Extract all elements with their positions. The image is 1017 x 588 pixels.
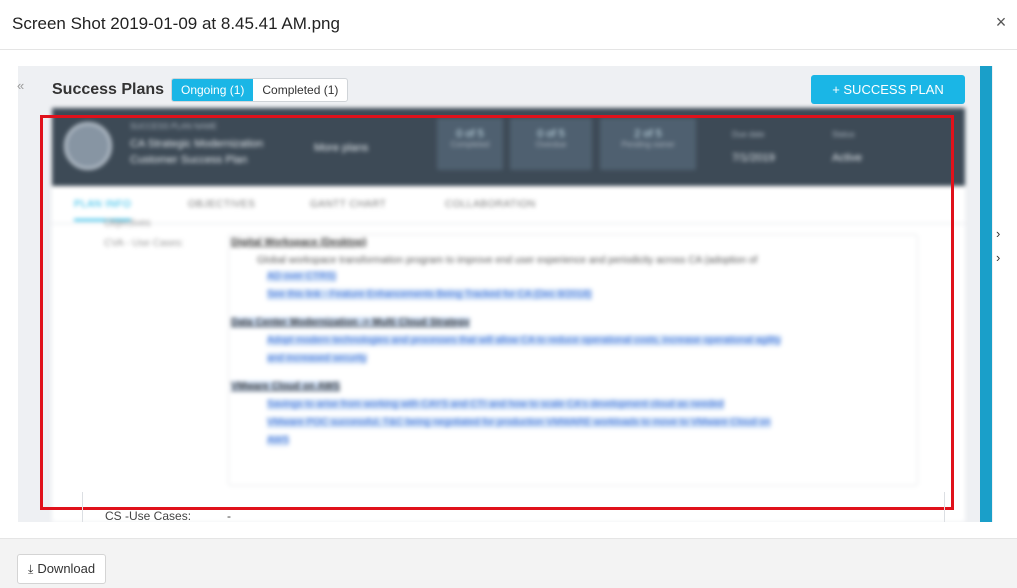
cs-use-cases-label: CS -Use Cases:	[105, 509, 192, 523]
download-icon: ⤓	[28, 562, 34, 576]
modal-footer: ⤓ Download	[0, 538, 1017, 588]
divider	[82, 492, 83, 522]
side-arrows: › ›	[996, 222, 1000, 270]
divider	[944, 492, 945, 522]
plan-status-toggle: Ongoing (1) Completed (1)	[171, 78, 349, 102]
page-title: Success Plans	[52, 81, 165, 98]
download-label: Download	[37, 561, 96, 576]
tab-completed[interactable]: Completed (1)	[253, 79, 347, 101]
chevron-right-icon: ›	[996, 250, 1001, 265]
modal-title: Screen Shot 2019-01-09 at 8.45.41 AM.png	[12, 14, 340, 33]
add-success-plan-button[interactable]: + SUCCESS PLAN	[811, 75, 965, 104]
chevron-right-icon: ›	[996, 226, 1001, 241]
tab-ongoing[interactable]: Ongoing (1)	[172, 79, 254, 101]
download-button[interactable]: ⤓ Download	[17, 554, 107, 584]
annotation-rectangle	[40, 115, 954, 510]
collapse-left-icon: «	[17, 78, 25, 93]
modal-header: Screen Shot 2019-01-09 at 8.45.41 AM.png…	[0, 0, 1017, 50]
side-panel-strip	[980, 66, 992, 522]
cs-use-cases-value: -	[227, 509, 231, 523]
close-icon[interactable]: ×	[991, 12, 1011, 33]
